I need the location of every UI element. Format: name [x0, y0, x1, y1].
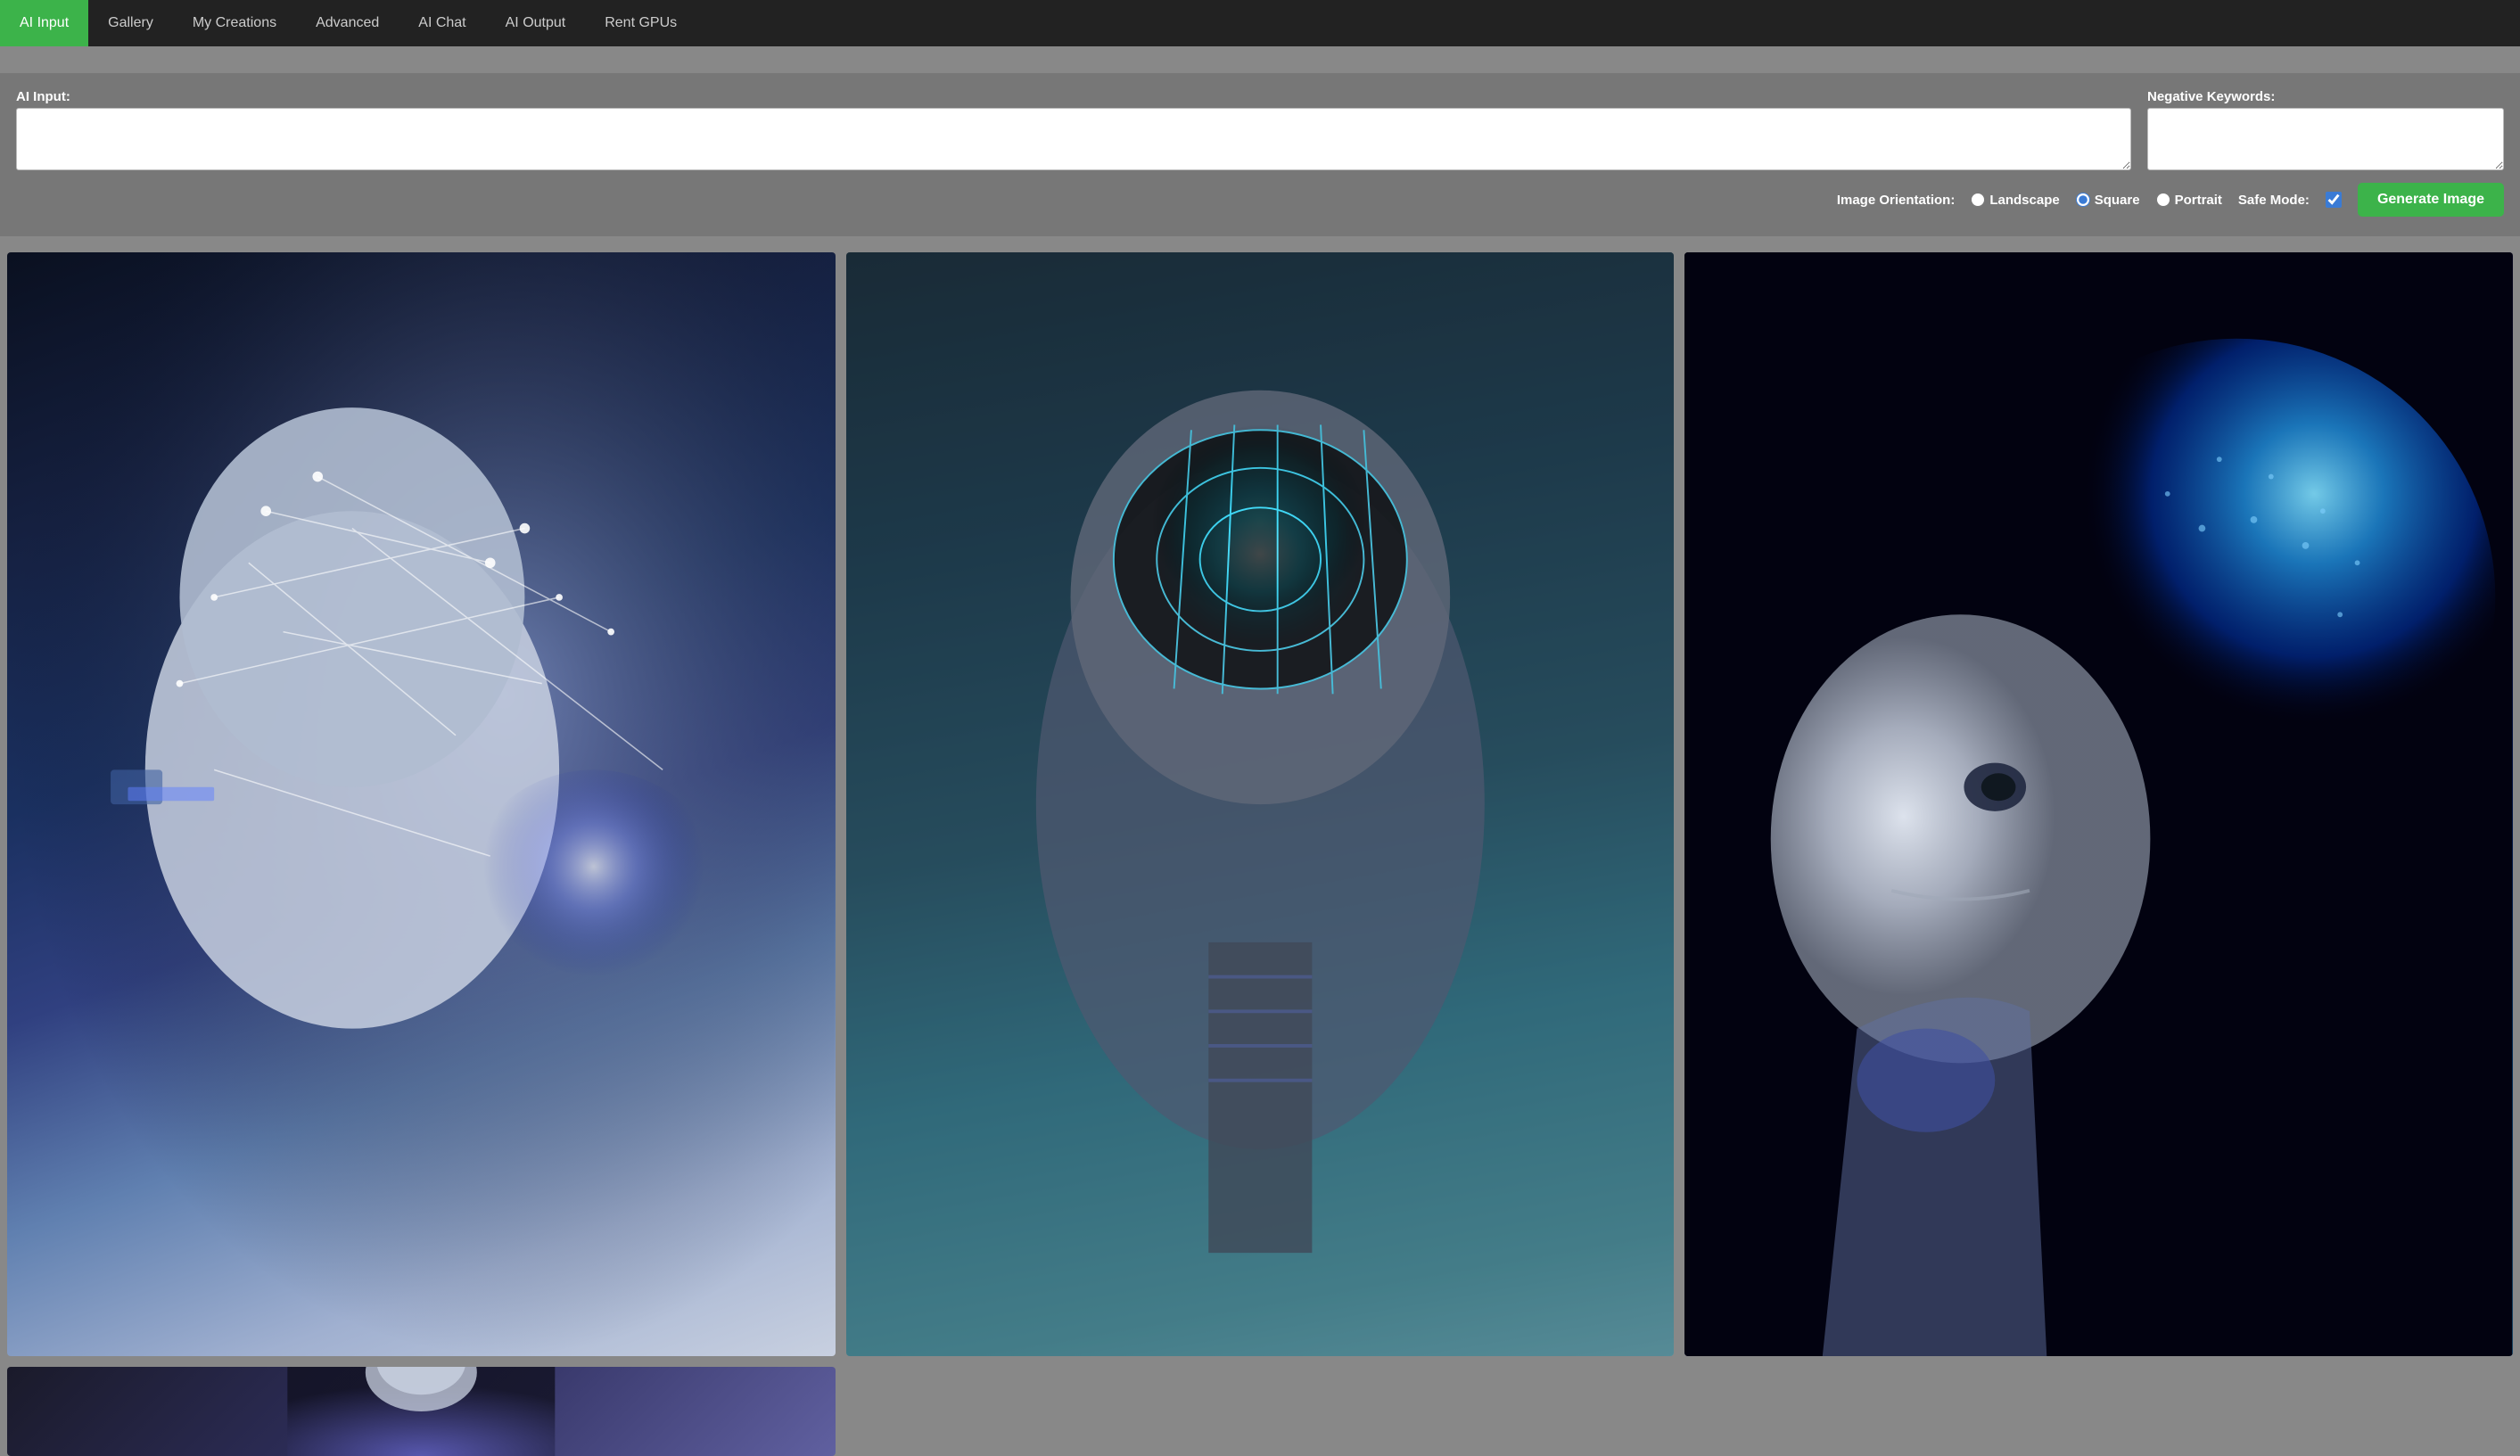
generate-image-button[interactable]: Generate Image	[2358, 183, 2504, 217]
robot-illustration-2	[846, 252, 1675, 1356]
controls-row: Image Orientation: Landscape Square Port…	[16, 183, 2504, 217]
orientation-portrait[interactable]: Portrait	[2156, 193, 2222, 208]
ai-input-group: AI Input:	[16, 89, 2131, 170]
nav-item-ai-chat[interactable]: AI Chat	[399, 0, 485, 46]
gallery-item-1[interactable]	[7, 252, 836, 1356]
nav-item-ai-output[interactable]: AI Output	[486, 0, 586, 46]
portrait-label: Portrait	[2175, 193, 2222, 208]
orientation-label: Image Orientation:	[1837, 193, 1956, 208]
portrait-radio[interactable]	[2156, 193, 2170, 207]
square-radio[interactable]	[2076, 193, 2090, 207]
nav-item-my-creations[interactable]: My Creations	[173, 0, 296, 46]
gallery-grid	[7, 252, 2513, 1456]
landscape-radio[interactable]	[1971, 193, 1985, 207]
square-label: Square	[2095, 193, 2140, 208]
orientation-square[interactable]: Square	[2076, 193, 2140, 208]
negative-keywords-group: Negative Keywords:	[2147, 89, 2504, 170]
nav-item-rent-gpus[interactable]: Rent GPUs	[585, 0, 696, 46]
gallery-item-4[interactable]	[7, 1367, 836, 1456]
content-area: AI Input: Negative Keywords: Image Orien…	[0, 73, 2520, 236]
gallery-item-2[interactable]	[846, 252, 1675, 1356]
gallery-area	[0, 236, 2520, 1456]
orientation-landscape[interactable]: Landscape	[1971, 193, 2059, 208]
main-nav: AI Input Gallery My Creations Advanced A…	[0, 0, 2520, 46]
nav-item-ai-input[interactable]: AI Input	[0, 0, 88, 46]
robot-illustration-4	[7, 1367, 836, 1456]
ai-input-label: AI Input:	[16, 89, 2131, 104]
negative-keywords-textarea[interactable]	[2147, 108, 2504, 170]
input-row: AI Input: Negative Keywords:	[16, 89, 2504, 170]
gallery-item-3[interactable]	[1684, 252, 2513, 1356]
negative-keywords-label: Negative Keywords:	[2147, 89, 2504, 104]
nav-item-advanced[interactable]: Advanced	[296, 0, 399, 46]
safe-mode-checkbox[interactable]	[2326, 192, 2342, 208]
safe-mode-label: Safe Mode:	[2238, 193, 2310, 208]
robot-illustration-3	[1684, 252, 2513, 1356]
robot-illustration-1	[7, 252, 836, 1356]
landscape-label: Landscape	[1989, 193, 2059, 208]
nav-item-gallery[interactable]: Gallery	[88, 0, 173, 46]
ai-input-textarea[interactable]	[16, 108, 2131, 170]
